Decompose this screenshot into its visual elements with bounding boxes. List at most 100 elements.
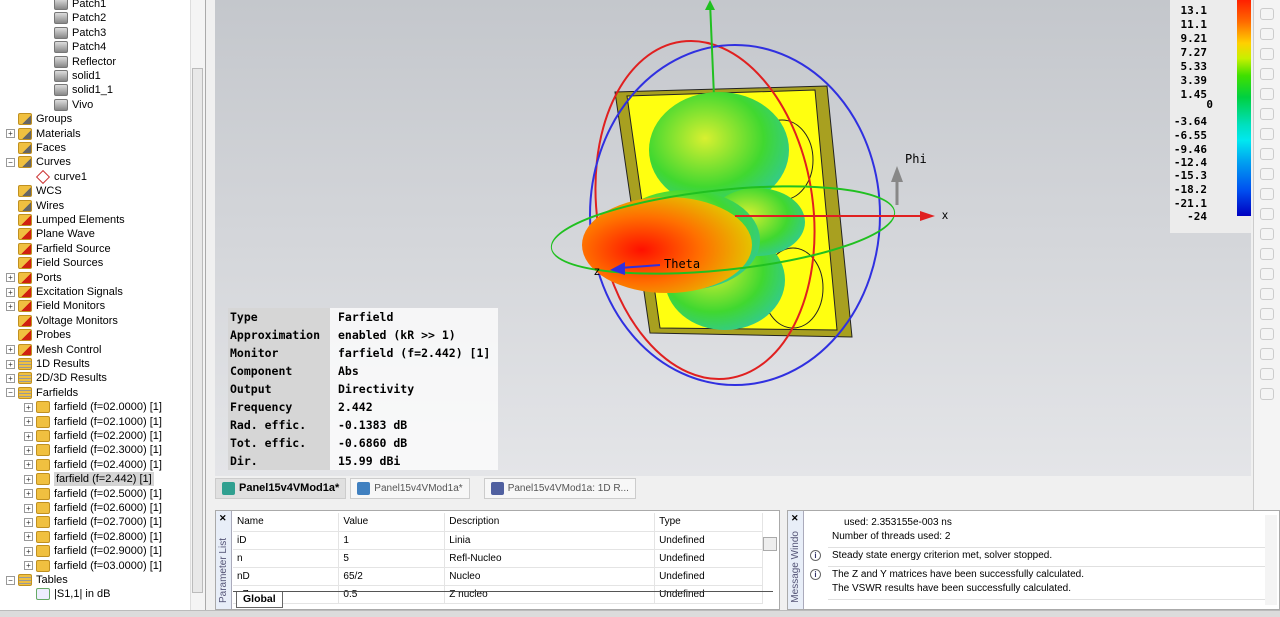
tree-item[interactable]: Patch2 [54, 11, 106, 25]
tree-item[interactable]: Patch1 [54, 0, 106, 11]
tree-item[interactable]: + farfield (f=02.1000) [1] [24, 415, 162, 429]
tree-item[interactable]: Probes [6, 328, 71, 342]
toolbar-button[interactable] [1260, 168, 1274, 180]
tree-item[interactable]: |S1,1| in dB [24, 587, 110, 601]
collapse-icon[interactable]: − [6, 157, 15, 167]
tree-item[interactable]: + Materials [6, 127, 81, 141]
tab-document[interactable]: Panel15v4VMod1a* [215, 478, 347, 499]
table-cell[interactable]: Undefined [654, 585, 763, 604]
table-cell[interactable]: Refl-Nucleo [444, 549, 656, 568]
tree-item[interactable]: Field Sources [6, 256, 103, 270]
toolbar-button[interactable] [1260, 248, 1274, 260]
tree-item[interactable]: curve1 [24, 169, 87, 184]
table-cell[interactable]: Nucleo [444, 567, 656, 586]
expand-icon[interactable]: + [24, 503, 33, 513]
table-cell[interactable]: n [233, 549, 340, 568]
column-header[interactable]: Description [444, 513, 656, 532]
tree-item[interactable]: + farfield (f=02.0000) [1] [24, 400, 162, 414]
tree-item[interactable]: Faces [6, 141, 66, 155]
message-scrollbar[interactable] [1265, 515, 1277, 605]
tree-item[interactable]: Reflector [54, 55, 116, 69]
toolbar-button[interactable] [1260, 388, 1274, 400]
toolbar-button[interactable] [1260, 188, 1274, 200]
tree-item[interactable]: Wires [6, 199, 64, 213]
parameter-scrollbar[interactable] [763, 515, 777, 591]
tree-item[interactable]: − Tables [6, 573, 68, 587]
column-header[interactable]: Name [233, 513, 340, 532]
column-header[interactable]: Value [338, 513, 446, 532]
tree-item[interactable]: solid1 [54, 69, 101, 83]
tree-item[interactable]: + Field Monitors [6, 299, 105, 313]
expand-icon[interactable]: + [24, 474, 33, 484]
expand-icon[interactable]: + [24, 460, 33, 470]
table-cell[interactable]: iD [233, 531, 340, 550]
tree-item[interactable]: + farfield (f=02.4000) [1] [24, 458, 162, 472]
tree-item[interactable]: + farfield (f=02.5000) [1] [24, 487, 162, 501]
expand-icon[interactable]: + [24, 431, 33, 441]
toolbar-button[interactable] [1260, 348, 1274, 360]
expand-icon[interactable]: + [6, 301, 15, 311]
collapse-icon[interactable]: − [6, 575, 15, 585]
toolbar-button[interactable] [1260, 8, 1274, 20]
tree-item[interactable]: Farfield Source [6, 242, 111, 256]
tree-item[interactable]: Lumped Elements [6, 213, 125, 227]
table-cell[interactable]: Z nucleo [444, 585, 656, 604]
tree-item[interactable]: WCS [6, 184, 62, 198]
toolbar-button[interactable] [1260, 108, 1274, 120]
tree-item[interactable]: + farfield (f=02.2000) [1] [24, 429, 162, 443]
expand-icon[interactable]: + [24, 546, 33, 556]
tree-item[interactable]: + farfield (f=03.0000) [1] [24, 559, 162, 573]
table-cell[interactable]: 1 [338, 531, 446, 550]
table-row[interactable]: iD 1 Linia Undefined [233, 531, 763, 550]
expand-icon[interactable]: + [24, 402, 33, 412]
table-row[interactable]: nD 65/2 Nucleo Undefined [233, 567, 763, 586]
toolbar-button[interactable] [1260, 228, 1274, 240]
toolbar-button[interactable] [1260, 308, 1274, 320]
toolbar-button[interactable] [1260, 328, 1274, 340]
toolbar-button[interactable] [1260, 208, 1274, 220]
expand-icon[interactable]: + [6, 273, 15, 283]
tree-item[interactable]: Vivo [54, 98, 93, 112]
tree-item[interactable]: + Excitation Signals [6, 285, 123, 299]
table-cell[interactable]: Undefined [654, 567, 763, 586]
tree-item[interactable]: Groups [6, 112, 72, 126]
table-cell[interactable]: 0.5 [338, 585, 446, 604]
tab-global[interactable]: Global [236, 592, 283, 608]
table-cell[interactable]: Undefined [654, 549, 763, 568]
close-icon[interactable]: ✕ [219, 513, 227, 524]
tree-item[interactable]: + farfield (f=02.3000) [1] [24, 443, 162, 457]
expand-icon[interactable]: + [6, 345, 15, 355]
expand-icon[interactable]: + [24, 532, 33, 542]
tree-item[interactable]: − Farfields [6, 386, 78, 400]
tree-item[interactable]: + farfield (f=02.7000) [1] [24, 515, 162, 529]
collapse-icon[interactable]: − [6, 388, 15, 398]
expand-icon[interactable]: + [6, 129, 15, 139]
table-cell[interactable]: Undefined [654, 531, 763, 550]
table-row[interactable]: n 5 Refl-Nucleo Undefined [233, 549, 763, 568]
table-cell[interactable]: Linia [444, 531, 656, 550]
expand-icon[interactable]: + [24, 561, 33, 571]
expand-icon[interactable]: + [6, 287, 15, 297]
tree-item[interactable]: + farfield (f=02.8000) [1] [24, 530, 162, 544]
tree-item[interactable]: solid1_1 [54, 83, 113, 97]
tree-scrollbar-thumb[interactable] [192, 68, 203, 593]
column-header[interactable]: Type [654, 513, 763, 532]
tree-item[interactable]: + farfield (f=02.6000) [1] [24, 501, 162, 515]
tree-item[interactable]: +1D Results [6, 357, 90, 371]
toolbar-button[interactable] [1260, 48, 1274, 60]
expand-icon[interactable]: + [24, 517, 33, 527]
close-icon[interactable]: ✕ [791, 513, 799, 524]
tree-item[interactable]: Plane Wave [6, 227, 95, 241]
toolbar-button[interactable] [1260, 68, 1274, 80]
toolbar-button[interactable] [1260, 28, 1274, 40]
tab-document[interactable]: Panel15v4VMod1a: 1D R... [483, 478, 636, 499]
tree-item[interactable]: +2D/3D Results [6, 371, 107, 385]
tree-item[interactable]: + farfield (f=02.9000) [1] [24, 544, 162, 558]
toolbar-button[interactable] [1260, 148, 1274, 160]
tree-item[interactable]: + Ports [6, 271, 62, 285]
tab-document[interactable]: Panel15v4VMod1a* [350, 478, 470, 499]
tree-item[interactable]: + Mesh Control [6, 343, 101, 357]
3d-viewport[interactable]: Phi Theta x z Type Farfield Approximation e… [215, 0, 1251, 476]
expand-icon[interactable]: + [6, 373, 15, 383]
expand-icon[interactable]: + [24, 489, 33, 499]
